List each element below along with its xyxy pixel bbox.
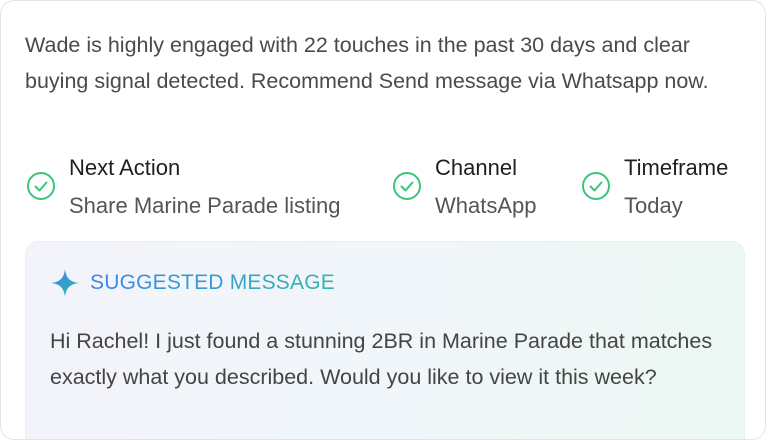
recommendation-card: Wade is highly engaged with 22 touches i… [0,0,766,440]
suggested-message-body[interactable]: Hi Rachel! I just found a stunning 2BR i… [50,323,730,395]
recommendation-summary: Wade is highly engaged with 22 touches i… [25,33,709,93]
timeframe-value: Today [624,193,683,218]
check-circle-icon [393,172,421,200]
check-circle-icon [27,172,55,200]
timeframe-label: Timeframe [624,155,729,180]
next-action-value: Share Marine Parade listing [69,193,341,218]
channel-value: WhatsApp [435,193,537,218]
channel-label: Channel [435,155,517,180]
sparkle-icon [51,269,79,297]
suggested-message-title: SUGGESTED MESSAGE [90,271,335,294]
check-circle-icon [582,172,610,200]
next-action-label: Next Action [69,155,181,180]
suggested-message-header: SUGGESTED MESSAGE [50,266,335,300]
suggested-message-panel: SUGGESTED MESSAGE Hi Rachel! I just foun… [25,241,745,439]
